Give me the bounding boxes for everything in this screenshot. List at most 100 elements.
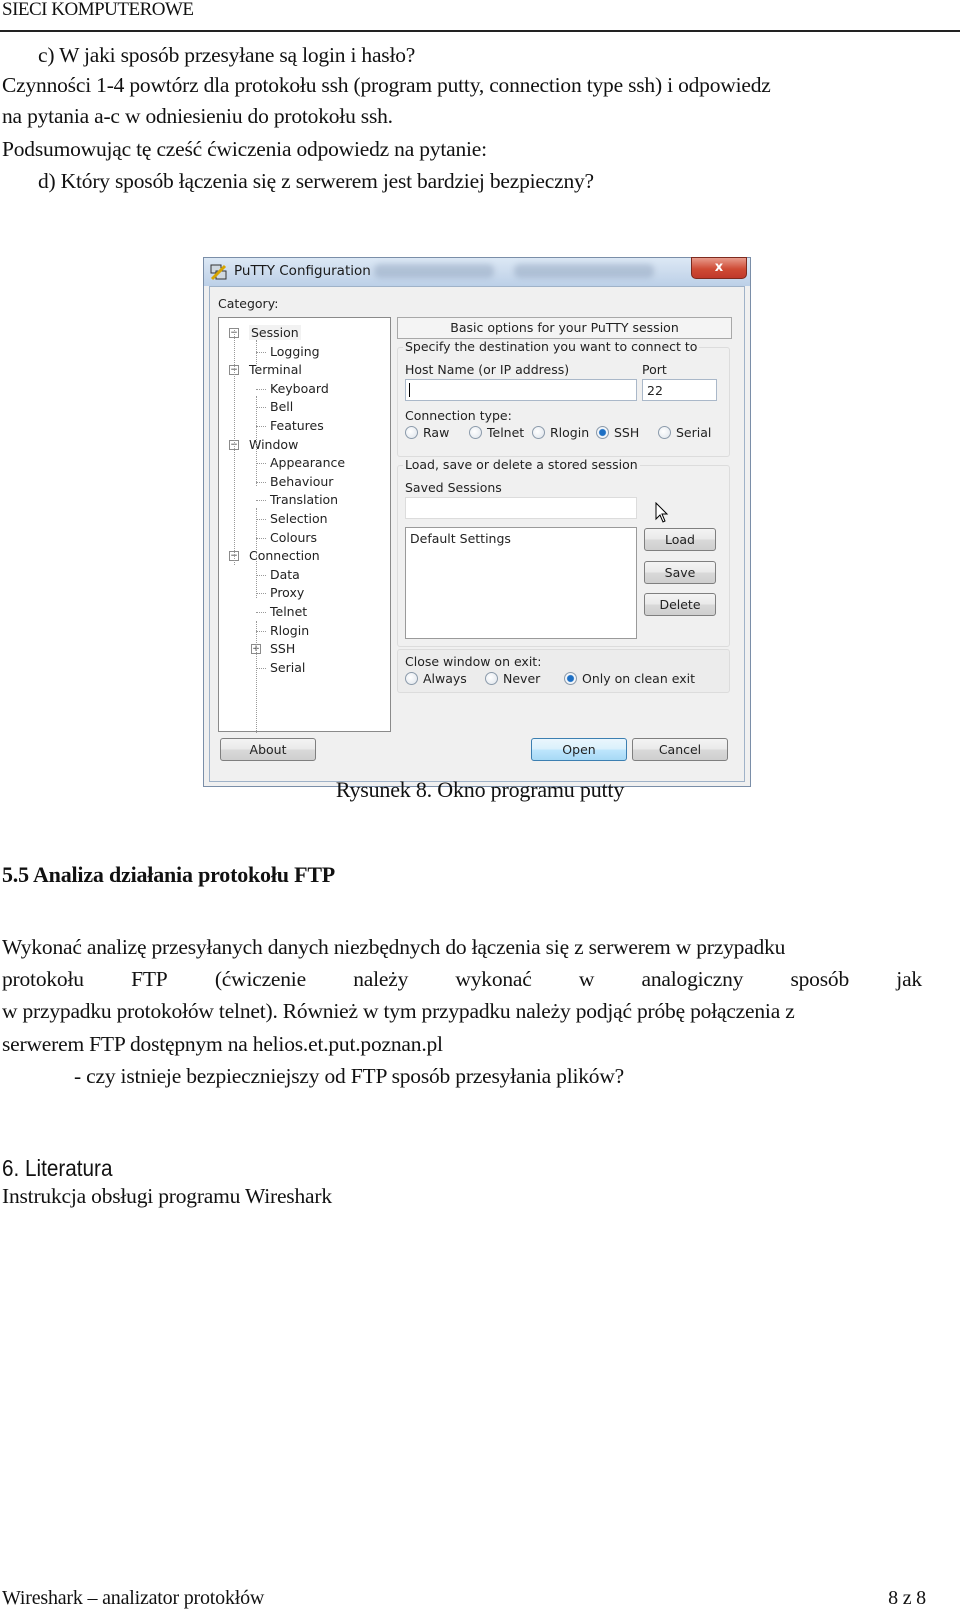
word: wykonać bbox=[455, 967, 532, 991]
tree-item-selection[interactable]: Selection bbox=[270, 511, 328, 526]
radio-unchecked-icon bbox=[485, 672, 498, 685]
delete-button[interactable]: Delete bbox=[644, 593, 716, 616]
radio-raw[interactable]: Raw bbox=[405, 425, 449, 440]
tree-item-data[interactable]: Data bbox=[270, 567, 300, 582]
radio-serial[interactable]: Serial bbox=[658, 425, 711, 440]
paragraph-line: Czynności 1-4 powtórz dla protokołu ssh … bbox=[2, 73, 771, 97]
radio-label: Only on clean exit bbox=[582, 671, 695, 686]
radio-label: Raw bbox=[423, 425, 450, 440]
radio-label: Serial bbox=[676, 425, 712, 440]
tree-item-ssh[interactable]: SSH bbox=[270, 641, 295, 656]
title-bar[interactable]: PuTTY Configuration x bbox=[204, 257, 750, 286]
ftp-question: - czy istnieje bezpieczniejszy od FTP sp… bbox=[74, 1064, 625, 1088]
word: jak bbox=[896, 967, 922, 991]
literature-item: Instrukcja obsługi programu Wireshark bbox=[2, 1184, 332, 1208]
tree-connector bbox=[256, 340, 257, 370]
paragraph-line: w przypadku protokołów telnet). Również … bbox=[2, 999, 795, 1023]
tree-item-features[interactable]: Features bbox=[270, 418, 324, 433]
radio-ssh[interactable]: SSH bbox=[596, 425, 639, 440]
saved-sessions-input[interactable] bbox=[405, 497, 637, 519]
radio-never[interactable]: Never bbox=[485, 671, 540, 686]
tree-item-bell[interactable]: Bell bbox=[270, 399, 293, 414]
about-button[interactable]: About bbox=[220, 738, 316, 761]
tree-item-keyboard[interactable]: Keyboard bbox=[270, 381, 329, 396]
host-input[interactable] bbox=[405, 379, 637, 401]
figure-caption: Rysunek 8. Okno programu putty bbox=[335, 777, 625, 802]
tree-connector bbox=[234, 330, 235, 565]
word: FTP bbox=[131, 967, 168, 991]
tree-item-behaviour[interactable]: Behaviour bbox=[270, 474, 333, 489]
tree-connector bbox=[256, 574, 266, 576]
header-rule bbox=[0, 30, 960, 32]
save-button[interactable]: Save bbox=[644, 561, 716, 584]
running-footer-title: Wireshark – analizator protokłów bbox=[2, 1587, 265, 1609]
open-button[interactable]: Open bbox=[531, 738, 627, 761]
sessions-group-label: Load, save or delete a stored session bbox=[403, 457, 640, 472]
radio-unchecked-icon bbox=[532, 426, 545, 439]
tree-connector bbox=[256, 463, 266, 465]
page-number: 8 z 8 bbox=[888, 1587, 926, 1609]
radio-only-on-clean-exit[interactable]: Only on clean exit bbox=[564, 671, 695, 686]
word: sposób bbox=[790, 967, 850, 991]
load-button[interactable]: Load bbox=[644, 528, 716, 551]
section-heading-literature: 6. Literatura bbox=[2, 1155, 113, 1181]
window-title: PuTTY Configuration bbox=[234, 263, 371, 279]
tree-item-proxy[interactable]: Proxy bbox=[270, 585, 304, 600]
tree-connector bbox=[256, 481, 266, 483]
word: (ćwiczenie bbox=[214, 967, 306, 991]
putty-configuration-window: PuTTY Configuration x Category: − Session… bbox=[203, 257, 751, 787]
sessions-list[interactable]: Default Settings bbox=[405, 527, 637, 639]
radio-always[interactable]: Always bbox=[405, 671, 467, 686]
word: w bbox=[578, 967, 595, 991]
tree-connector bbox=[256, 500, 266, 502]
running-header: SIECI KOMPUTEROWE bbox=[2, 0, 194, 20]
tree-connector bbox=[256, 388, 266, 390]
session-list-item[interactable]: Default Settings bbox=[410, 531, 511, 546]
radio-telnet[interactable]: Telnet bbox=[469, 425, 524, 440]
radio-checked-icon bbox=[564, 672, 577, 685]
tree-connector bbox=[256, 667, 266, 669]
paragraph-line: Wykonać analizę przesyłanych danych niez… bbox=[2, 935, 786, 959]
tree-item-translation[interactable]: Translation bbox=[270, 492, 338, 507]
word: protokołu bbox=[2, 967, 84, 991]
port-value: 22 bbox=[647, 383, 663, 398]
word: analogiczny bbox=[641, 967, 744, 991]
paragraph-line: Podsumowując tę cześć ćwiczenia odpowied… bbox=[2, 137, 487, 161]
radio-unchecked-icon bbox=[469, 426, 482, 439]
tree-connector bbox=[256, 593, 266, 595]
cancel-button[interactable]: Cancel bbox=[632, 738, 728, 761]
close-on-exit-label: Close window on exit: bbox=[405, 654, 542, 669]
tree-item-rlogin[interactable]: Rlogin bbox=[270, 623, 309, 638]
tree-connector bbox=[256, 508, 257, 598]
tree-connector bbox=[256, 612, 266, 613]
tree-connector bbox=[256, 407, 266, 409]
paragraph-line-justified: protokołu FTP (ćwiczenie należy wykonać w anal… bbox=[2, 967, 922, 992]
category-label: Category: bbox=[218, 296, 279, 311]
radio-checked-icon bbox=[596, 426, 609, 439]
close-icon: x bbox=[714, 260, 724, 275]
word: należy bbox=[353, 967, 409, 991]
port-input[interactable]: 22 bbox=[642, 379, 717, 401]
tree-connector bbox=[256, 519, 266, 520]
category-tree[interactable]: − Session Logging − Terminal Keyboard Bell Feat… bbox=[218, 317, 391, 733]
radio-rlogin[interactable]: Rlogin bbox=[532, 425, 589, 440]
radio-label: Rlogin bbox=[550, 425, 590, 440]
tree-item-session[interactable]: Session bbox=[249, 325, 301, 340]
tree-connector bbox=[256, 630, 266, 632]
options-header: Basic options for your PuTTY session bbox=[397, 317, 732, 339]
mouse-pointer-icon bbox=[655, 502, 669, 523]
dialog-body: Category: − Session Logging − Terminal Keyboa… bbox=[209, 286, 745, 782]
host-label: Host Name (or IP address) bbox=[405, 362, 570, 377]
close-button[interactable]: x bbox=[691, 257, 747, 279]
paragraph-line: na pytania a-c w odniesieniu do protokoł… bbox=[2, 104, 393, 128]
question-c: c) W jaki sposób przesyłane są login i h… bbox=[38, 43, 416, 67]
tree-item-serial[interactable]: Serial bbox=[270, 660, 305, 675]
tree-item-connection[interactable]: Connection bbox=[249, 548, 320, 563]
saved-sessions-label: Saved Sessions bbox=[405, 480, 502, 495]
tree-item-telnet[interactable]: Telnet bbox=[270, 604, 307, 619]
tree-item-logging[interactable]: Logging bbox=[270, 344, 320, 359]
tree-item-appearance[interactable]: Appearance bbox=[270, 455, 345, 470]
port-label: Port bbox=[642, 362, 667, 377]
tree-item-colours[interactable]: Colours bbox=[270, 530, 317, 545]
radio-unchecked-icon bbox=[658, 426, 671, 439]
